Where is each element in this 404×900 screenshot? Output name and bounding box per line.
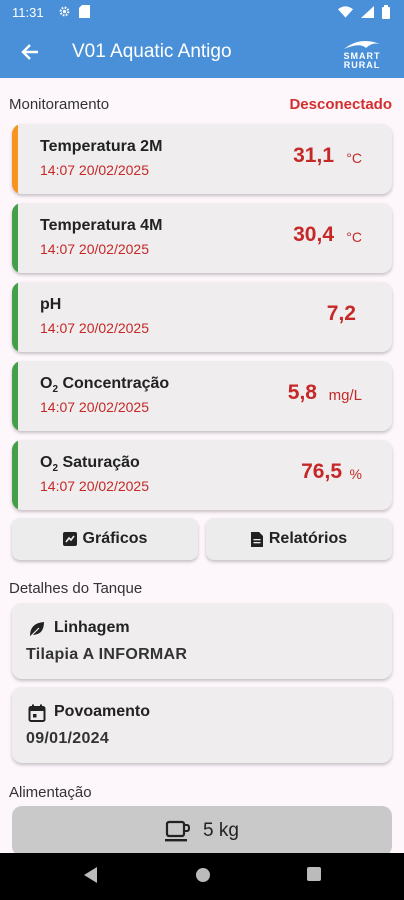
charts-button[interactable]: Gráficos	[12, 518, 198, 560]
app-bar: V01 Aquatic Antigo SMART RURAL	[0, 26, 404, 78]
reports-label: Relatórios	[268, 530, 348, 547]
calendar-icon	[28, 704, 46, 722]
sensor-card-temp-2m[interactable]: Temperatura 2M 14:07 20/02/2025 31,1 °C	[12, 124, 392, 194]
sensor-unit: mg/L	[328, 387, 362, 404]
lineage-value: Tilapia A INFORMAR	[26, 646, 188, 663]
sensor-accent	[12, 282, 18, 352]
arrow-back-icon	[21, 44, 38, 60]
sensor-date: 14:07 20/02/2025	[40, 320, 149, 336]
nav-recents-icon[interactable]	[307, 867, 321, 881]
lineage-label: Linhagem	[54, 619, 130, 636]
sensor-card-ph[interactable]: pH 14:07 20/02/2025 7,2	[12, 282, 392, 352]
sensor-value: 31,1	[293, 144, 334, 167]
sensor-accent	[12, 203, 18, 273]
sensor-name: O2 Concentração	[40, 375, 170, 396]
sensor-name: Temperatura 2M	[40, 138, 163, 155]
stocking-value: 09/01/2024	[26, 730, 110, 747]
back-button[interactable]	[16, 38, 44, 66]
feed-cup-icon	[165, 820, 191, 842]
sensor-value: 76,5	[301, 460, 342, 483]
sensor-card-temp-4m[interactable]: Temperatura 4M 14:07 20/02/2025 30,4 °C	[12, 203, 392, 273]
tank-details-title: Detalhes do Tanque	[9, 580, 143, 597]
sensor-card-o2-saturation[interactable]: O2 Saturação 14:07 20/02/2025 76,5 %	[12, 440, 392, 510]
signal-icon	[361, 6, 374, 18]
smart-rural-logo: SMART RURAL	[336, 36, 388, 70]
leaf-icon	[30, 622, 44, 637]
wifi-icon	[338, 6, 353, 18]
status-bar: 11:31	[0, 0, 404, 26]
page-title: V01 Aquatic Antigo	[72, 41, 232, 62]
document-icon	[250, 531, 263, 547]
sensor-accent	[12, 440, 18, 510]
sensor-value: 5,8	[287, 381, 317, 404]
svg-text:RURAL: RURAL	[344, 60, 381, 70]
feeding-amount: 5 kg	[203, 820, 239, 841]
sensor-value: 30,4	[293, 223, 334, 246]
connection-status: Desconectado	[289, 96, 392, 113]
sensor-date: 14:07 20/02/2025	[40, 399, 149, 415]
sensor-card-o2-concentration[interactable]: O2 Concentração 14:07 20/02/2025 5,8 mg/…	[12, 361, 392, 431]
sensor-date: 14:07 20/02/2025	[40, 162, 149, 178]
status-time: 11:31	[12, 5, 44, 20]
charts-label: Gráficos	[82, 530, 148, 547]
sensor-value: 7,2	[326, 302, 356, 325]
sensor-unit: °C	[346, 150, 362, 166]
sensor-unit: %	[349, 466, 362, 482]
reports-button[interactable]: Relatórios	[206, 518, 392, 560]
monitoring-title: Monitoramento	[9, 96, 110, 113]
lineage-card: Linhagem Tilapia A INFORMAR	[12, 603, 392, 679]
sensor-name: pH	[40, 296, 62, 313]
stocking-label: Povoamento	[54, 703, 151, 720]
sensor-date: 14:07 20/02/2025	[40, 478, 149, 494]
stocking-card: Povoamento 09/01/2024	[12, 687, 392, 763]
sd-card-icon	[79, 5, 90, 18]
chart-icon	[62, 532, 77, 546]
settings-icon	[59, 6, 70, 17]
sensor-name: Temperatura 4M	[40, 217, 163, 234]
feeding-title: Alimentação	[9, 784, 92, 801]
feeding-button[interactable]: 5 kg	[12, 806, 392, 856]
nav-back-icon[interactable]	[84, 867, 98, 883]
sensor-unit: °C	[346, 229, 362, 245]
sensor-accent	[12, 361, 18, 431]
sensor-accent	[12, 124, 18, 194]
battery-icon	[382, 5, 390, 19]
sensor-date: 14:07 20/02/2025	[40, 241, 149, 257]
sensor-name: O2 Saturação	[40, 454, 140, 475]
system-nav-bar	[0, 853, 404, 900]
nav-home-icon[interactable]	[195, 867, 211, 883]
